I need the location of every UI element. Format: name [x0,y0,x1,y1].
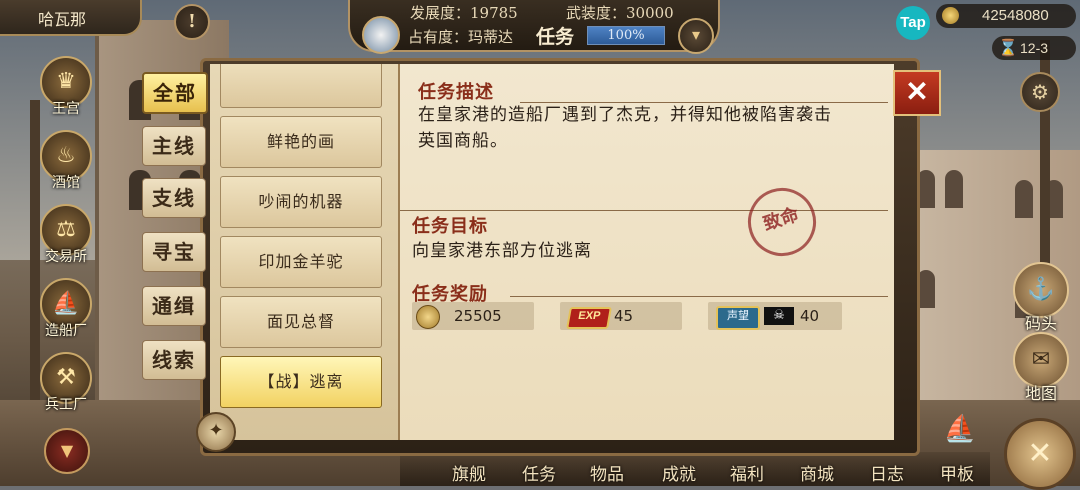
list-item[interactable]: 面见总督 [220,296,382,348]
tab-treasure[interactable]: 寻宝 [142,232,206,272]
list-item-selected[interactable]: 【战】逃离 [220,356,382,408]
reward-gold: 25505 [412,302,534,330]
list-item[interactable]: 印加金羊驼 [220,236,382,288]
close-icon[interactable]: ✕ [893,70,941,116]
nav-flagship[interactable]: 旗舰 [452,460,486,485]
list-item[interactable] [220,64,382,108]
reputation-icon: 声望 [716,306,760,330]
description-line-1: 在皇家港的造船厂遇到了杰克，并得知他被陷害袭击 [418,105,832,125]
side-item-label: 王宫 [52,101,80,117]
date-counter: ⌛ 12-3 [992,36,1076,60]
side-item-label: 交易所 [45,249,87,265]
side-item-map[interactable]: ✉ 地图 [1012,332,1070,404]
side-item-dock[interactable]: ⚓ 码头 [1012,262,1070,334]
side-item-shipyard[interactable]: ⛵ 造船厂 [40,278,92,340]
tab-clues[interactable]: 线索 [142,340,206,380]
quest-progress-label: 任务 [536,26,575,48]
skull-flag-icon: ☠ [764,307,794,325]
side-item-label: 兵工厂 [45,397,87,413]
quest-detail-panel: 任务描述 在皇家港的造船厂遇到了杰克，并得知他被陷害袭击 英国商船。 任务目标 … [400,64,894,440]
collapse-menu-icon[interactable]: ▼ [44,428,90,474]
target-heading: 任务目标 [412,216,488,237]
reward-exp-value: 45 [614,307,634,325]
occupancy-stat: 占有度：玛蒂达 [408,28,514,46]
hourglass-icon: ⌛ [998,40,1018,57]
location-name: 哈瓦那 [38,10,87,29]
palm-tree [30,100,40,400]
armament-stat: 武装度：30000 [566,4,674,22]
date-value: 12-3 [1020,40,1049,56]
reward-reputation: 声望 ☠ 40 [708,302,842,330]
coin-icon [416,305,440,329]
list-item[interactable]: 吵闹的机器 [220,176,382,228]
gold-counter: 42548080 [936,4,1076,28]
nav-items[interactable]: 物品 [590,460,624,485]
side-item-exchange[interactable]: ⚖ 交易所 [40,204,92,266]
side-item-armory[interactable]: ⚒ 兵工厂 [40,352,92,414]
description-heading: 任务描述 [418,82,494,103]
reward-exp: EXP 45 [560,302,682,330]
side-item-palace[interactable]: ♛ 王宫 [40,56,92,118]
quest-list[interactable]: 鲜艳的画 吵闹的机器 印加金羊驼 面见总督 【战】逃离 [210,64,400,440]
side-item-label: 码头 [1024,314,1057,333]
description-line-2: 英国商船。 [418,131,508,151]
list-item[interactable]: 鲜艳的画 [220,116,382,168]
ship-icon[interactable]: ⛵ [930,414,990,454]
compass-icon[interactable]: ✦ [196,412,236,452]
gold-value: 42548080 [982,7,1049,24]
tap-icon[interactable]: Tap [896,6,930,40]
coin-icon [942,7,959,24]
chevron-down-icon[interactable]: ▾ [678,18,714,54]
tab-main[interactable]: 主线 [142,126,206,166]
location-plate[interactable]: 哈瓦那 [0,0,142,36]
divider [510,296,888,297]
side-item-label: 地图 [1024,384,1057,403]
nav-welfare[interactable]: 福利 [730,460,764,485]
side-item-tavern[interactable]: ♨ 酒馆 [40,130,92,192]
nav-achievements[interactable]: 成就 [662,460,696,485]
target-text: 向皇家港东部方位逃离 [412,241,592,261]
exp-icon: EXP [566,307,612,329]
tab-wanted[interactable]: 通缉 [142,286,206,326]
tab-side[interactable]: 支线 [142,178,206,218]
battle-icon[interactable]: ✕ [1004,418,1076,490]
side-item-label: 酒馆 [52,175,80,191]
reward-reputation-value: 40 [800,307,820,325]
tab-all[interactable]: 全部 [142,72,208,114]
side-item-label: 造船厂 [45,323,87,339]
bottom-nav: 旗舰 任务 物品 成就 福利 商城 日志 甲板 [400,452,990,486]
divider [400,210,888,211]
nav-deck[interactable]: 甲板 [940,460,974,485]
nav-log[interactable]: 日志 [870,460,904,485]
nation-emblem-icon [362,16,400,54]
gear-icon[interactable]: ⚙ [1020,72,1060,112]
reward-gold-value: 25505 [454,307,502,325]
alert-icon[interactable]: ! [174,4,210,40]
quest-progress-bar: 100% [587,26,665,45]
nav-shop[interactable]: 商城 [800,460,834,485]
nav-quests[interactable]: 任务 [522,460,556,485]
development-stat: 发展度：19785 [410,4,518,22]
progress-text: 100% [607,28,645,43]
